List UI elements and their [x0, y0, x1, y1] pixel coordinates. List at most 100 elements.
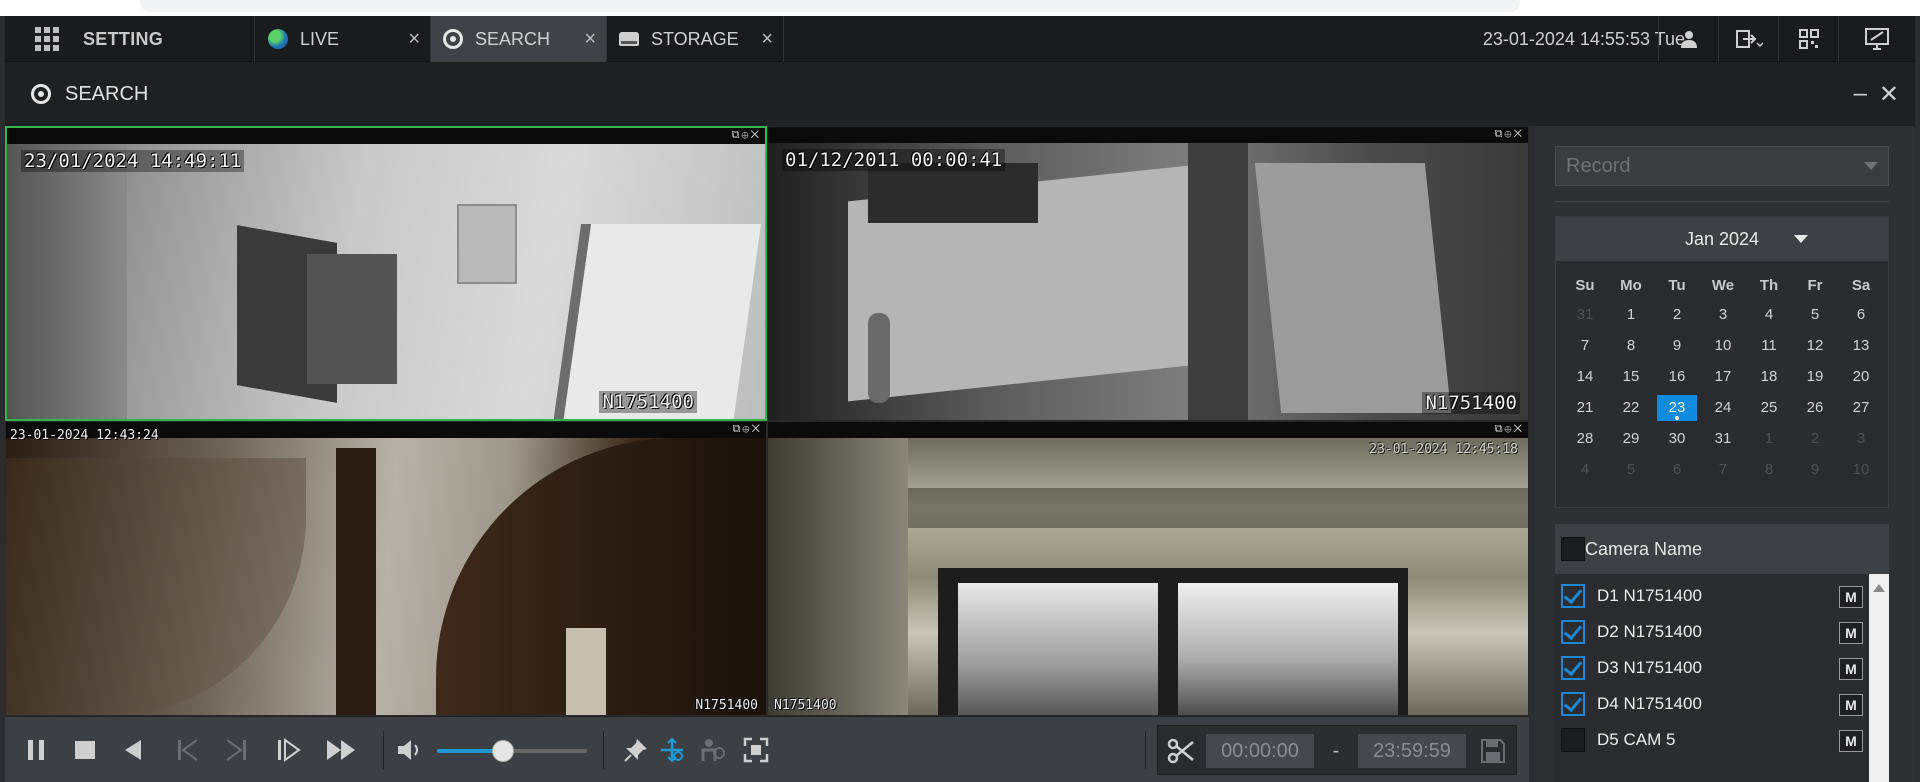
calendar-day[interactable]: 17: [1700, 364, 1746, 390]
qr-code-button[interactable]: [1778, 16, 1838, 62]
stop-button[interactable]: [73, 737, 97, 763]
fast-forward-button[interactable]: [325, 737, 359, 763]
tab-live-close-icon[interactable]: ×: [408, 28, 420, 51]
calendar-day[interactable]: 20: [1838, 364, 1884, 390]
calendar-day[interactable]: 31: [1562, 302, 1608, 328]
camera-mainstream-button[interactable]: M: [1839, 622, 1863, 644]
calendar-day[interactable]: 22: [1608, 395, 1654, 421]
calendar-day[interactable]: 26: [1792, 395, 1838, 421]
calendar-day[interactable]: 13: [1838, 333, 1884, 359]
tab-search[interactable]: SEARCH ×: [431, 16, 607, 62]
select-all-cameras-checkbox[interactable]: [1561, 537, 1585, 561]
calendar-day[interactable]: 21: [1562, 395, 1608, 421]
record-type-select[interactable]: Record: [1555, 146, 1889, 186]
pane-2-tools[interactable]: ⧉⊕✕: [1495, 128, 1524, 141]
video-pane-2[interactable]: ⧉⊕✕ 01/12/2011 00:00:41 N1751400: [767, 126, 1529, 421]
calendar-day[interactable]: 7: [1700, 457, 1746, 483]
scroll-up-icon[interactable]: [1873, 584, 1885, 592]
calendar-day[interactable]: 7: [1562, 333, 1608, 359]
calendar-day[interactable]: 8: [1746, 457, 1792, 483]
close-window-button[interactable]: ✕: [1879, 80, 1899, 109]
camera-mainstream-button[interactable]: M: [1839, 586, 1863, 608]
display-button[interactable]: [1838, 16, 1915, 62]
tab-storage-close-icon[interactable]: ×: [761, 28, 773, 51]
volume-slider[interactable]: [437, 740, 587, 762]
camera-list-scrollbar[interactable]: [1869, 574, 1889, 782]
search-panel-header: SEARCH – ✕: [5, 62, 1915, 126]
calendar-day[interactable]: 1: [1608, 302, 1654, 328]
camera-checkbox[interactable]: [1561, 692, 1585, 716]
calendar-day[interactable]: 1: [1746, 426, 1792, 452]
previous-frame-button[interactable]: [175, 737, 201, 763]
calendar-day[interactable]: 11: [1746, 333, 1792, 359]
calendar-day[interactable]: 9: [1792, 457, 1838, 483]
pane-3-tools[interactable]: ⧉⊕✕: [733, 423, 762, 436]
calendar-day[interactable]: 12: [1792, 333, 1838, 359]
calendar-day[interactable]: 24: [1700, 395, 1746, 421]
volume-icon[interactable]: [395, 737, 425, 763]
volume-slider-handle[interactable]: [492, 740, 514, 762]
user-button[interactable]: [1658, 16, 1718, 62]
camera-checkbox[interactable]: [1561, 620, 1585, 644]
video-pane-4[interactable]: ⧉⊕✕ 23-01-2024 12:45:18 N1751400: [767, 421, 1529, 716]
address-bar[interactable]: [140, 0, 1520, 12]
calendar-day[interactable]: 15: [1608, 364, 1654, 390]
calendar-day[interactable]: 16: [1654, 364, 1700, 390]
camera-mainstream-button[interactable]: M: [1839, 658, 1863, 680]
calendar-day[interactable]: 19: [1792, 364, 1838, 390]
play-reverse-button[interactable]: [121, 737, 145, 763]
save-clip-icon[interactable]: [1480, 738, 1506, 764]
pause-button[interactable]: [25, 737, 47, 763]
calendar-day[interactable]: 2: [1792, 426, 1838, 452]
calendar-day[interactable]: 29: [1608, 426, 1654, 452]
calendar-month-selector[interactable]: Jan 2024: [1556, 217, 1888, 261]
logout-button[interactable]: [1718, 16, 1778, 62]
calendar-day[interactable]: 2: [1654, 302, 1700, 328]
calendar-day[interactable]: 9: [1654, 333, 1700, 359]
pin-icon[interactable]: [623, 737, 649, 763]
calendar-day[interactable]: 3: [1838, 426, 1884, 452]
clip-end-time-field[interactable]: 23:59:59: [1358, 734, 1466, 768]
tab-live[interactable]: LIVE ×: [256, 16, 431, 62]
video-playback-grid: ⧉⊕✕ 23/01/2024 14:49:11 N1751400 ⧉⊕✕ 01/…: [5, 126, 1529, 716]
camera-checkbox[interactable]: [1561, 656, 1585, 680]
camera-checkbox[interactable]: [1561, 728, 1585, 752]
minimize-button[interactable]: –: [1854, 80, 1867, 108]
calendar-day[interactable]: 6: [1654, 457, 1700, 483]
camera-mainstream-button[interactable]: M: [1839, 730, 1863, 752]
calendar-day[interactable]: 14: [1562, 364, 1608, 390]
smart-search-icon[interactable]: [697, 737, 727, 763]
calendar-day[interactable]: 25: [1746, 395, 1792, 421]
setting-menu-button[interactable]: SETTING: [5, 16, 255, 62]
calendar-day[interactable]: 3: [1700, 302, 1746, 328]
camera-list-item[interactable]: D1 N1751400 M: [1555, 574, 1869, 618]
fullscreen-icon[interactable]: [743, 737, 769, 763]
scissors-icon[interactable]: [1166, 736, 1196, 766]
calendar-day[interactable]: 4: [1562, 457, 1608, 483]
calendar-day[interactable]: 31: [1700, 426, 1746, 452]
clip-start-time-field[interactable]: 00:00:00: [1206, 734, 1314, 768]
calendar-day[interactable]: 5: [1792, 302, 1838, 328]
step-forward-button[interactable]: [275, 737, 303, 763]
calendar-day[interactable]: 28: [1562, 426, 1608, 452]
calendar-day[interactable]: 27: [1838, 395, 1884, 421]
camera-checkbox[interactable]: [1561, 584, 1585, 608]
calendar-day[interactable]: 18: [1746, 364, 1792, 390]
calendar-day[interactable]: 30: [1654, 426, 1700, 452]
calendar-day[interactable]: 5: [1608, 457, 1654, 483]
camera-mainstream-button[interactable]: M: [1839, 694, 1863, 716]
calendar-day[interactable]: 4: [1746, 302, 1792, 328]
calendar-day-selected[interactable]: 23: [1657, 395, 1697, 421]
video-pane-3[interactable]: ⧉⊕✕ 23-01-2024 12:43:24 N1751400: [5, 421, 767, 716]
tab-storage[interactable]: STORAGE ×: [607, 16, 784, 62]
calendar-day[interactable]: 10: [1700, 333, 1746, 359]
calendar-day[interactable]: 6: [1838, 302, 1884, 328]
calendar-day[interactable]: 10: [1838, 457, 1884, 483]
next-frame-button[interactable]: [223, 737, 249, 763]
calendar-day[interactable]: 8: [1608, 333, 1654, 359]
pane-1-tools[interactable]: ⧉⊕✕: [732, 129, 761, 142]
tab-search-close-icon[interactable]: ×: [584, 28, 596, 51]
pane-4-tools[interactable]: ⧉⊕✕: [1495, 423, 1524, 436]
digital-zoom-icon[interactable]: [657, 737, 687, 763]
video-pane-1[interactable]: ⧉⊕✕ 23/01/2024 14:49:11 N1751400: [5, 126, 767, 421]
